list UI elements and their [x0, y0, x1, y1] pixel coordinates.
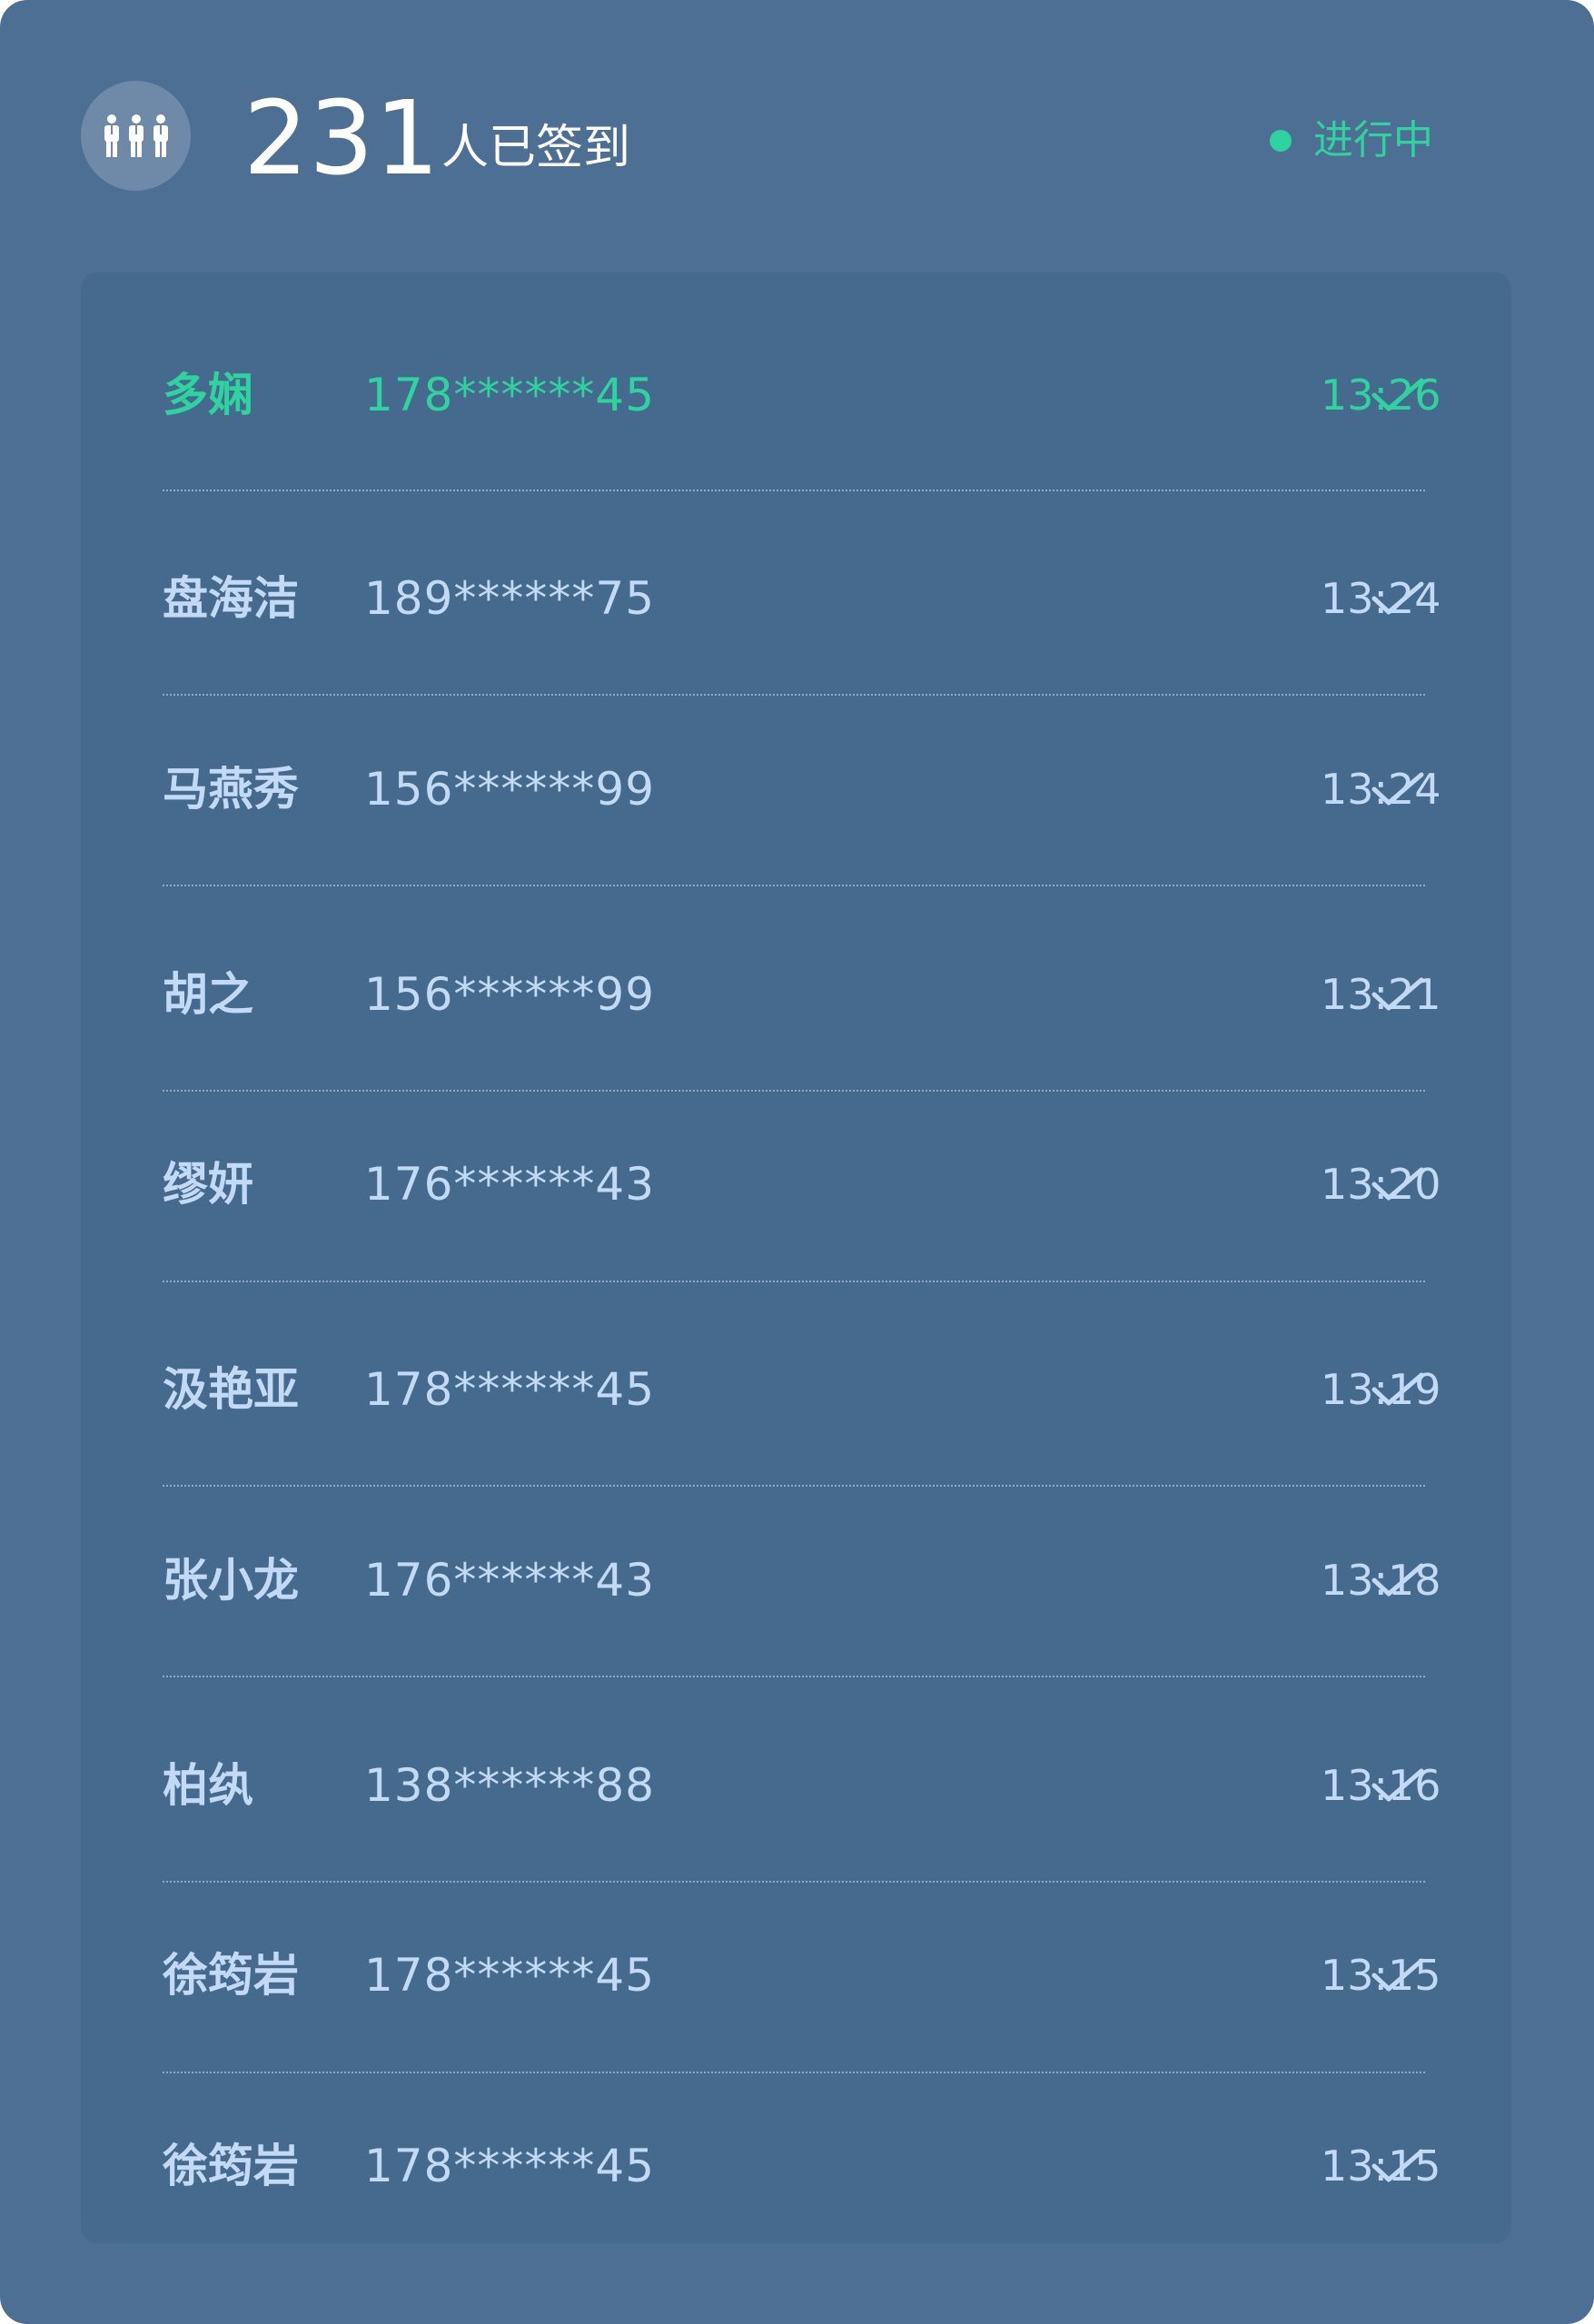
attendee-name: 胡之	[163, 968, 253, 1021]
attendee-name: 马燕秀	[163, 763, 299, 816]
status-text: 进行中	[1313, 117, 1433, 163]
checkmark-icon	[1371, 2148, 1425, 2184]
list-item[interactable]: 缪妍 176******43 13:20	[163, 1139, 1441, 1230]
checkmark-icon	[1371, 1957, 1425, 1993]
checkmark-icon	[1371, 976, 1425, 1013]
row-divider	[163, 1881, 1425, 1883]
list-item[interactable]: 徐筠岩 178******45 13:15	[163, 2121, 1441, 2211]
list-item[interactable]: 张小龙 176******43 13:18	[163, 1535, 1441, 1626]
attendee-name: 多娴	[163, 369, 253, 421]
row-divider	[163, 1090, 1425, 1092]
attendee-phone: 178******45	[364, 1363, 656, 1416]
row-divider	[163, 490, 1425, 491]
attendee-phone: 189******75	[364, 572, 656, 625]
panel-header: 231 人已签到 进行中	[0, 0, 1594, 272]
list-item[interactable]: 汲艳亚 178******45 13:19	[163, 1344, 1441, 1435]
row-divider	[163, 1281, 1425, 1282]
checkin-panel: 231 人已签到 进行中 多娴 178******45 13:26 盘海洁 189***…	[0, 0, 1594, 2324]
people-group-icon	[81, 81, 191, 191]
attendee-name: 汲艳亚	[163, 1363, 299, 1416]
attendee-name: 徐筠岩	[163, 2140, 299, 2192]
attendee-phone: 178******45	[364, 369, 656, 421]
attendee-phone: 178******45	[364, 1949, 656, 2002]
checkmark-icon	[1371, 1767, 1425, 1804]
list-item[interactable]: 胡之 156******99 13:21	[163, 949, 1441, 1040]
status-indicator: 进行中	[1270, 109, 1433, 173]
attendee-phone: 138******88	[364, 1759, 656, 1812]
status-dot-icon	[1270, 130, 1292, 152]
checkmark-icon	[1371, 580, 1425, 617]
checkmark-icon	[1371, 1371, 1425, 1408]
checkin-count-label: 人已签到	[441, 121, 631, 175]
row-divider	[163, 694, 1425, 696]
attendee-name: 缪妍	[163, 1158, 253, 1211]
attendee-phone: 176******43	[364, 1554, 656, 1607]
row-divider	[163, 885, 1425, 886]
row-divider	[163, 2072, 1425, 2073]
attendee-name: 徐筠岩	[163, 1949, 299, 2002]
attendee-name: 盘海洁	[163, 572, 299, 625]
checkin-count: 231	[243, 80, 441, 198]
list-item[interactable]: 马燕秀 156******99 13:24	[163, 744, 1441, 835]
checkmark-icon	[1371, 1166, 1425, 1202]
list-item[interactable]: 盘海洁 189******75 13:24	[163, 553, 1441, 644]
checkin-list[interactable]: 多娴 178******45 13:26 盘海洁 189******75 13:24 马燕秀…	[81, 272, 1511, 2243]
attendee-name: 张小龙	[163, 1554, 299, 1607]
checkmark-icon	[1371, 771, 1425, 807]
checkmark-icon	[1371, 1562, 1425, 1598]
attendee-phone: 156******99	[364, 763, 656, 816]
row-divider	[163, 1485, 1425, 1487]
attendee-phone: 178******45	[364, 2140, 656, 2192]
list-item[interactable]: 徐筠岩 178******45 13:15	[163, 1930, 1441, 2021]
list-item[interactable]: 多娴 178******45 13:26	[163, 350, 1441, 440]
attendee-phone: 176******43	[364, 1158, 656, 1211]
attendee-name: 柏纨	[163, 1759, 253, 1812]
attendee-phone: 156******99	[364, 968, 656, 1021]
checkmark-icon	[1371, 377, 1425, 413]
list-item[interactable]: 柏纨 138******88 13:16	[163, 1740, 1441, 1831]
row-divider	[163, 1676, 1425, 1677]
